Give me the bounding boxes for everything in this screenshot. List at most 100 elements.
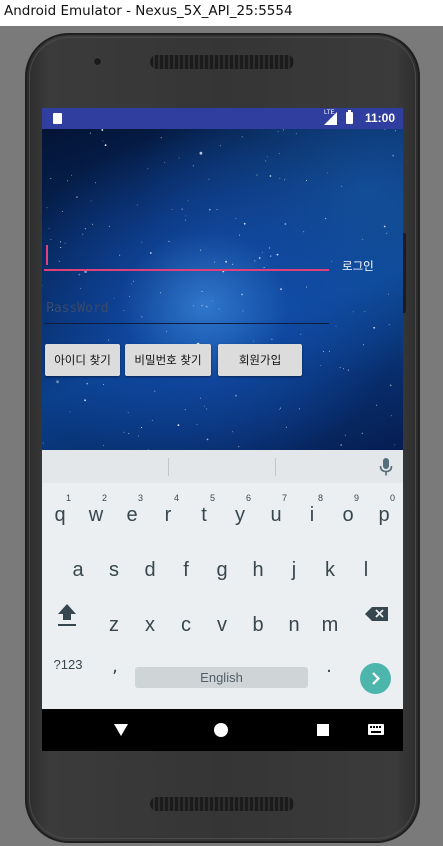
star-dot: [84, 228, 86, 230]
key-q[interactable]: q1: [42, 490, 78, 540]
star-dot: [123, 431, 125, 433]
star-dot: [101, 129, 104, 131]
star-dot: [206, 438, 209, 441]
star-dot: [306, 179, 307, 181]
password-field-container[interactable]: [44, 299, 329, 324]
star-dot: [386, 232, 388, 234]
key-c[interactable]: c: [168, 600, 204, 650]
starfield-background: [42, 129, 396, 450]
star-dot: [108, 226, 110, 228]
key-i[interactable]: i8: [294, 490, 330, 540]
key-d[interactable]: d: [132, 545, 168, 595]
star-dot: [67, 180, 68, 182]
star-dot: [46, 207, 48, 209]
key-label: g: [216, 559, 228, 581]
keyboard-switch-icon[interactable]: [367, 709, 385, 751]
star-dot: [284, 179, 286, 181]
key-n[interactable]: n: [276, 600, 312, 650]
star-dot: [219, 145, 221, 147]
key-label: m: [321, 614, 339, 636]
star-dot: [216, 209, 218, 210]
star-dot: [326, 172, 328, 174]
key-a[interactable]: a: [60, 545, 96, 595]
login-button[interactable]: 로그인: [342, 258, 374, 274]
key-label: l: [363, 559, 369, 581]
soft-keyboard: q1w2e3r4t5y6u7i8o9p0 asdfghjkl zxcvbnm ?…: [42, 450, 403, 709]
star-dot: [283, 129, 285, 131]
key-x[interactable]: x: [132, 600, 168, 650]
password-field[interactable]: [46, 301, 316, 316]
key-t[interactable]: t5: [186, 490, 222, 540]
star-dot: [192, 165, 194, 167]
star-dot: [92, 223, 94, 225]
star-dot: [347, 369, 349, 371]
key-v[interactable]: v: [204, 600, 240, 650]
star-dot: [394, 130, 396, 132]
period-key[interactable]: .: [314, 640, 344, 690]
key-o[interactable]: o9: [330, 490, 366, 540]
star-dot: [235, 394, 237, 397]
star-dot: [387, 293, 389, 295]
keyboard-row-1: q1w2e3r4t5y6u7i8o9p0: [42, 490, 403, 540]
key-label: p: [378, 504, 390, 526]
bottom-speaker-grille: [150, 797, 294, 811]
shift-icon[interactable]: [52, 590, 82, 640]
star-dot: [299, 408, 300, 410]
star-dot: [285, 426, 287, 428]
find-id-button[interactable]: 아이디 찾기: [45, 344, 120, 376]
key-w[interactable]: w2: [78, 490, 114, 540]
key-s[interactable]: s: [96, 545, 132, 595]
star-dot: [295, 133, 297, 135]
front-camera-icon: [93, 57, 102, 66]
star-dot: [335, 325, 337, 327]
star-dot: [277, 131, 279, 132]
signup-button[interactable]: 회원가입: [218, 344, 302, 376]
backspace-icon[interactable]: [362, 590, 392, 640]
star-dot: [107, 339, 109, 341]
star-dot: [181, 208, 183, 210]
star-dot: [305, 286, 307, 288]
key-e[interactable]: e3: [114, 490, 150, 540]
top-speaker-grille: [150, 55, 294, 69]
space-key[interactable]: English: [135, 667, 308, 688]
star-dot: [199, 151, 203, 155]
key-l[interactable]: l: [348, 545, 384, 595]
id-field[interactable]: [44, 241, 329, 271]
comma-key[interactable]: ,: [100, 640, 130, 690]
key-p[interactable]: p0: [366, 490, 402, 540]
star-dot: [151, 419, 153, 421]
key-j[interactable]: j: [276, 545, 312, 595]
key-label: a: [72, 559, 84, 581]
key-g[interactable]: g: [204, 545, 240, 595]
key-f[interactable]: f: [168, 545, 204, 595]
key-k[interactable]: k: [312, 545, 348, 595]
key-r[interactable]: r4: [150, 490, 186, 540]
key-label: j: [291, 559, 297, 581]
star-dot: [154, 390, 156, 392]
star-dot: [373, 326, 376, 329]
star-dot: [71, 174, 72, 176]
home-icon[interactable]: [213, 709, 229, 751]
key-label: u: [270, 504, 282, 526]
star-dot: [278, 409, 280, 411]
key-u[interactable]: u7: [258, 490, 294, 540]
find-password-button[interactable]: 비밀번호 찾기: [125, 344, 211, 376]
star-dot: [344, 434, 346, 436]
star-dot: [185, 219, 186, 221]
key-label: i: [309, 504, 315, 526]
key-label: h: [252, 559, 264, 581]
star-dot: [42, 284, 43, 286]
key-b[interactable]: b: [240, 600, 276, 650]
mic-icon[interactable]: [379, 458, 393, 476]
star-dot: [133, 280, 134, 282]
symbols-key[interactable]: ?123: [48, 640, 88, 690]
star-dot: [238, 446, 240, 448]
key-y[interactable]: y6: [222, 490, 258, 540]
star-dot: [389, 384, 392, 387]
recents-icon[interactable]: [316, 709, 330, 751]
keyboard-row-2: asdfg h jkl: [42, 545, 403, 595]
back-icon[interactable]: [112, 709, 130, 751]
enter-key[interactable]: [360, 663, 391, 694]
key-h[interactable]: h: [240, 545, 276, 595]
star-dot: [232, 431, 234, 433]
